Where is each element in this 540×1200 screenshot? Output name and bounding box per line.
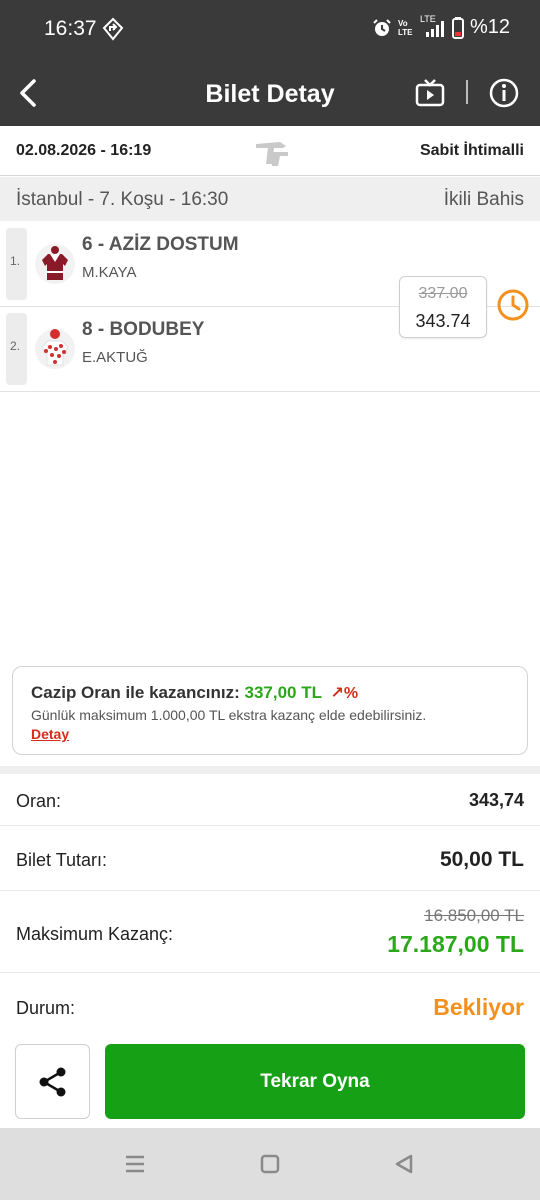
amount-row: Bilet Tutarı: 50,00 TL <box>0 826 540 891</box>
status-label: Durum: <box>16 998 76 1018</box>
odds-old: 337.00 <box>418 285 468 302</box>
max-win-label: Maksimum Kazanç: <box>16 924 174 944</box>
boost-icon: ↗% <box>330 685 359 702</box>
max-win-old: 16.850,00 TL <box>424 906 524 925</box>
race-name: İstanbul - 7. Koşu - 16:30 <box>16 189 229 210</box>
amount-value: 50,00 TL <box>439 848 524 871</box>
battery-icon <box>451 16 464 39</box>
app-header: Bilet Detay <box>0 60 540 126</box>
share-icon <box>39 1067 66 1097</box>
header-divider <box>466 80 468 104</box>
clock-icon <box>497 289 529 321</box>
section-gap <box>0 766 540 774</box>
odds-new: 343.74 <box>415 311 471 331</box>
bet-mode: Sabit İhtimalli <box>419 142 524 159</box>
jockey-silk-icon <box>35 329 75 369</box>
odds-row: Oran: 343,74 <box>0 774 540 826</box>
odds-value: 343,74 <box>468 790 524 810</box>
horse-name: 6 - AZİZ DOSTUM <box>82 234 239 255</box>
page-title: Bilet Detay <box>205 80 335 108</box>
ticket-subheader: 02.08.2026 - 16:19 Sabit İhtimalli <box>0 126 540 176</box>
status-time: 16:37 <box>44 17 97 40</box>
jockey-name: E.AKTUĞ <box>82 349 148 366</box>
tjk-logo-icon <box>256 142 288 166</box>
amount-label: Bilet Tutarı: <box>16 850 108 870</box>
max-win-row: Maksimum Kazanç: 16.850,00 TL 17.187,00 … <box>0 891 540 973</box>
ticket-date: 02.08.2026 - 16:19 <box>16 142 152 159</box>
system-nav-bar <box>0 1128 540 1200</box>
share-button[interactable] <box>15 1044 90 1119</box>
promo-detail-link[interactable]: Detay <box>31 726 69 742</box>
recent-apps-icon[interactable] <box>121 1150 149 1178</box>
info-icon[interactable] <box>488 77 520 109</box>
horse-position: 1. <box>10 254 21 268</box>
odds-box: 337.00 343.74 <box>399 276 487 338</box>
live-tv-icon[interactable] <box>414 77 446 109</box>
promo-card: Cazip Oran ile kazancınız: 337,00 TL ↗% … <box>12 666 528 755</box>
race-info-row: İstanbul - 7. Koşu - 16:30 İkili Bahis <box>0 177 540 221</box>
alarm-icon <box>373 18 391 36</box>
status-row: Durum: Bekliyor <box>0 973 540 1039</box>
status-bar: 16:37 Vo LTE LTE %12 <box>0 0 540 60</box>
horse-position: 2. <box>10 339 21 353</box>
jockey-name: M.KAYA <box>82 264 137 281</box>
jockey-silk-icon <box>35 244 75 284</box>
horse-name: 8 - BODUBEY <box>82 319 205 340</box>
signal-icon <box>425 20 444 37</box>
promo-description: Günlük maksimum 1.000,00 TL ekstra kazan… <box>31 707 427 723</box>
promo-label: Cazip Oran ile kazancınız: <box>31 683 240 702</box>
odds-label: Oran: <box>16 791 62 811</box>
promo-amount: 337,00 TL <box>244 683 322 702</box>
home-icon[interactable] <box>256 1150 284 1178</box>
bet-type: İkili Bahis <box>443 189 524 210</box>
promo-headline: Cazip Oran ile kazancınız: 337,00 TL ↗% <box>31 683 358 703</box>
replay-button[interactable]: Tekrar Oyna <box>105 1044 525 1119</box>
volte-icon: Vo LTE <box>397 18 413 37</box>
navigation-arrow-icon <box>102 17 124 41</box>
max-win-new: 17.187,00 TL <box>387 931 524 957</box>
battery-level: %12 <box>469 16 510 38</box>
lte-label: LTE <box>420 14 446 38</box>
back-nav-icon[interactable] <box>390 1150 418 1178</box>
status-value: Bekliyor <box>433 994 524 1020</box>
